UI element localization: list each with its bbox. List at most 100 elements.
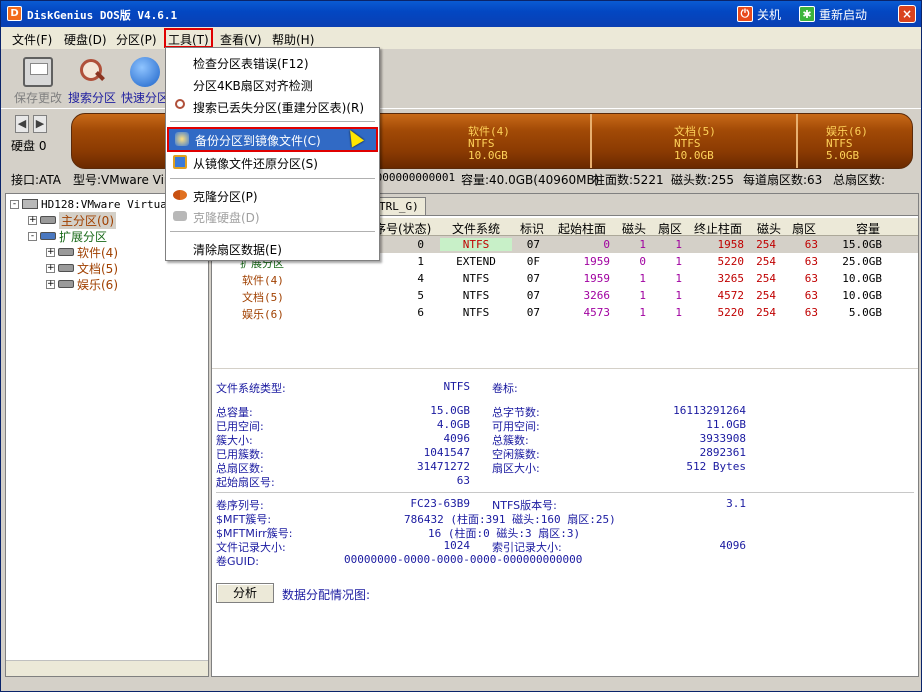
menu-item-label: 克隆分区(P) [193,190,258,204]
expand-icon[interactable]: + [46,247,55,257]
menu-item-label: 分区4KB扇区对齐检测 [193,79,313,93]
cell-id: 0F [526,255,540,268]
tree-item-primary[interactable]: + 主分区(0) [28,211,116,229]
tree-item-extended[interactable]: - 扩展分区 [28,228,107,244]
tree-horizontal-scrollbar[interactable] [6,660,208,676]
search-partition-label: 搜索分区 [67,91,116,105]
tree-logical-label: 娱乐(6) [77,277,118,292]
total-size-value: 15.0GB [430,404,470,417]
power-icon: ⏻ [737,6,753,22]
table-divider [212,368,918,369]
menu-item-search-lost-partition[interactable]: 搜索已丢失分区(重建分区表)(R) [167,96,378,117]
tree-item-logical[interactable]: + 娱乐(6) [46,276,118,292]
search-partition-button[interactable]: 搜索分区 [65,57,119,106]
collapse-icon[interactable]: - [10,199,19,209]
app-logo-icon: D [7,6,22,21]
cell-id: 07 [526,238,540,251]
shutdown-button[interactable]: ⏻ 关机 [737,5,781,23]
table-row[interactable]: 文档(5) 5 NTFS 07 3266 1 1 4572 254 63 10.… [212,287,918,304]
heads-info: 磁头数:255 [671,173,734,187]
tree-logical-label: 文档(5) [77,261,118,276]
save-changes-button[interactable]: 保存更改 [11,57,65,106]
cell-start-cyl: 1959 [583,255,611,268]
restart-label: 重新启动 [819,7,868,22]
index-size-value: 4096 [719,539,747,552]
collapse-icon[interactable]: - [28,231,37,241]
cell-end-sector: 63 [804,306,818,319]
menu-disk[interactable]: 硬盘(D) [61,30,110,47]
segment-software[interactable]: 软件(4) NTFS 10.0GB [468,126,510,162]
close-button[interactable]: × [898,5,916,23]
cell-start-head: 1 [639,289,646,302]
tree-item-logical[interactable]: + 文档(5) [46,260,118,276]
tree-item-logical[interactable]: + 软件(4) [46,244,118,260]
restart-icon: ✱ [799,6,815,22]
menu-view[interactable]: 查看(V) [217,30,265,47]
cell-start-head: 0 [639,255,646,268]
ntfs-version-value: 3.1 [726,497,746,510]
expand-icon[interactable]: + [46,263,55,273]
fs-type-value: NTFS [443,380,471,393]
disk-info-bar: 接口:ATA 型号:VMware Virt 0000000000001 容量:4… [1,169,921,189]
serial-info: 0000000000001 [369,171,456,184]
quick-partition-button[interactable]: 快速分区 [118,57,172,106]
used-value: 4.0GB [436,418,470,431]
expand-icon[interactable]: + [28,215,37,225]
cell-start-head: 1 [639,272,646,285]
cell-start-cyl: 0 [603,238,610,251]
window-title: DiskGenius DOS版 V4.6.1 [27,9,178,22]
prev-disk-button[interactable]: ◀ [15,115,29,133]
cell-start-head: 1 [639,306,646,319]
menu-item-check-partition-table[interactable]: 检查分区表错误(F12) [167,52,378,73]
menu-help[interactable]: 帮助(H) [269,30,317,47]
cell-end-cyl: 5220 [717,306,745,319]
free-clusters-value: 2892361 [699,446,746,459]
analyze-button[interactable]: 分析 [216,583,274,603]
cluster-size-value: 4096 [443,432,471,445]
menu-item-clear-sectors[interactable]: 清除扇区数据(E) [167,238,378,259]
tree-item-disk[interactable]: - HD128:VMware Virtual [10,196,173,212]
cell-start-sector: 1 [675,238,682,251]
menu-partition[interactable]: 分区(P) [113,30,160,47]
menu-separator [170,178,375,179]
tools-dropdown-menu: 检查分区表错误(F12) 分区4KB扇区对齐检测 搜索已丢失分区(重建分区表)(… [165,47,380,261]
title-bar: D DiskGenius DOS版 V4.6.1 ⏻ 关机 ✱ 重新启动 × [1,1,921,27]
tab-partitions[interactable]: TRL_G) [372,197,426,215]
menu-item-4kb-alignment[interactable]: 分区4KB扇区对齐检测 [167,74,378,95]
used-clusters-value: 1041547 [423,446,470,459]
model-info: 型号:VMware Virt [73,173,174,187]
segment-entertainment[interactable]: 娱乐(6) NTFS 5.0GB [826,126,868,162]
cell-index: 0 [417,238,424,251]
extended-partition-icon [40,232,56,240]
cell-end-sector: 63 [804,238,818,251]
cell-capacity: 25.0GB [842,255,882,268]
menu-item-clone-partition[interactable]: 克隆分区(P) [167,185,378,206]
disk-tree: - HD128:VMware Virtual + 主分区(0) - 扩展分区 +… [5,193,209,677]
menu-file[interactable]: 文件(F) [9,30,55,47]
disk-label: 硬盘 0 [11,139,47,153]
total-sectors-info: 总扇区数: [833,173,886,187]
menu-item-restore-from-image[interactable]: 从镜像文件还原分区(S) [167,152,378,173]
menu-separator [170,121,375,122]
cell-end-sector: 63 [804,272,818,285]
disk-map-bar: ◀ ▶ 硬盘 0 软件(4) NTFS 10.0GB 文档(5) NTFS 10… [1,109,921,169]
cell-end-head: 254 [756,306,776,319]
toolbar: 保存更改 搜索分区 快速分区 [1,49,921,109]
restart-button[interactable]: ✱ 重新启动 [799,5,867,23]
menu-tools[interactable]: 工具(T) [164,28,213,48]
col-capacity: 容量 [856,222,881,236]
cell-name: 娱乐(6) [242,308,284,321]
menu-item-label: 搜索已丢失分区(重建分区表)(R) [193,101,365,115]
restore-image-icon [173,155,187,169]
capacity-info: 容量:40.0GB(40960MB) [461,173,600,187]
segment-documents[interactable]: 文档(5) NTFS 10.0GB [674,126,716,162]
table-row[interactable]: 娱乐(6) 6 NTFS 07 4573 1 1 5220 254 63 5.0… [212,304,918,321]
sectors-per-track-info: 每道扇区数:63 [743,173,823,187]
table-row[interactable]: 软件(4) 4 NTFS 07 1959 1 1 3265 254 63 10.… [212,270,918,287]
col-start-sector: 扇区 [658,222,683,236]
menu-item-clone-disk: 克隆硬盘(D) [167,206,378,227]
next-disk-button[interactable]: ▶ [33,115,47,133]
volume-guid-value: 00000000-0000-0000-0000-000000000000 [344,553,583,566]
expand-icon[interactable]: + [46,279,55,289]
cell-fs: NTFS [462,306,490,319]
